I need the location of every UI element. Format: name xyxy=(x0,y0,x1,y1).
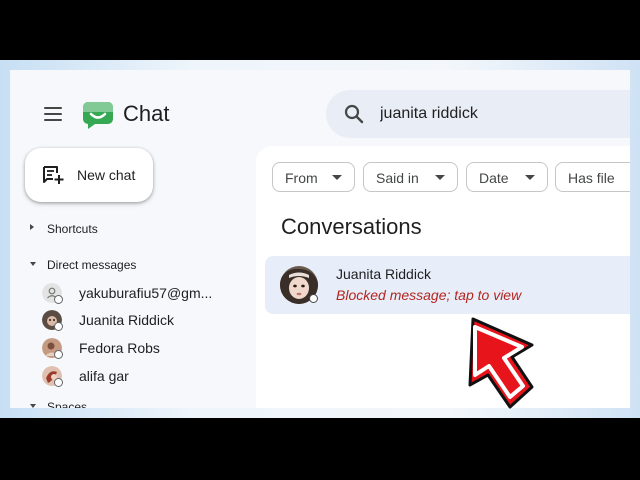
spaces-section-toggle[interactable]: Spaces xyxy=(30,400,87,408)
dm-name: Fedora Robs xyxy=(79,340,160,356)
filter-label: Has file xyxy=(568,170,615,186)
search-input[interactable] xyxy=(380,103,630,125)
filter-date[interactable]: Date xyxy=(466,162,548,192)
chat-logo-icon xyxy=(83,102,113,129)
direct-messages-label: Direct messages xyxy=(47,258,137,272)
search-bar[interactable] xyxy=(326,90,630,138)
search-results-panel: From Said in Date Has file Conversations xyxy=(256,146,630,408)
filter-label: Date xyxy=(479,170,509,186)
filter-from[interactable]: From xyxy=(272,162,355,192)
filter-label: Said in xyxy=(376,170,419,186)
dm-item-yakuburafiu57[interactable]: yakuburafiu57@gm... xyxy=(42,281,262,305)
caret-down-icon xyxy=(30,262,36,266)
blocked-message-preview[interactable]: Blocked message; tap to view xyxy=(336,287,521,303)
app-title: Chat xyxy=(123,101,170,126)
caret-down-icon xyxy=(30,404,36,408)
new-chat-button[interactable]: New chat xyxy=(25,148,153,202)
filter-label: From xyxy=(285,170,318,186)
dm-item-juanita-riddick[interactable]: Juanita Riddick xyxy=(42,308,262,332)
arrow-annotation-icon xyxy=(468,317,534,409)
dm-item-fedora-robs[interactable]: Fedora Robs xyxy=(42,336,262,360)
shortcuts-label: Shortcuts xyxy=(47,222,98,236)
caret-right-icon xyxy=(30,224,34,230)
conversations-heading: Conversations xyxy=(281,214,422,239)
caret-down-icon xyxy=(525,175,535,180)
new-chat-label: New chat xyxy=(77,167,136,183)
status-indicator xyxy=(54,322,63,331)
dm-name: alifa gar xyxy=(79,368,129,384)
search-icon[interactable] xyxy=(344,104,364,124)
filter-has-file[interactable]: Has file xyxy=(555,162,630,192)
conversation-name: Juanita Riddick xyxy=(336,266,431,282)
conversation-result-juanita-riddick[interactable]: Juanita Riddick Blocked message; tap to … xyxy=(265,256,630,314)
status-indicator xyxy=(54,350,63,359)
filter-said-in[interactable]: Said in xyxy=(363,162,458,192)
main-menu-button[interactable] xyxy=(43,105,65,123)
shortcuts-section-toggle[interactable]: Shortcuts xyxy=(30,222,98,236)
status-indicator xyxy=(54,295,63,304)
video-frame: Chat New chat Shortcuts Direct xyxy=(0,60,640,418)
new-chat-icon xyxy=(43,166,64,184)
status-indicator xyxy=(54,378,63,387)
dm-name: Juanita Riddick xyxy=(79,312,174,328)
dm-name: yakuburafiu57@gm... xyxy=(79,285,213,301)
direct-messages-section-toggle[interactable]: Direct messages xyxy=(30,258,136,272)
status-indicator xyxy=(309,294,318,303)
dm-item-alifa-gar[interactable]: alifa gar xyxy=(42,364,262,388)
spaces-label: Spaces xyxy=(47,400,88,408)
caret-down-icon xyxy=(435,175,445,180)
caret-down-icon xyxy=(332,175,342,180)
